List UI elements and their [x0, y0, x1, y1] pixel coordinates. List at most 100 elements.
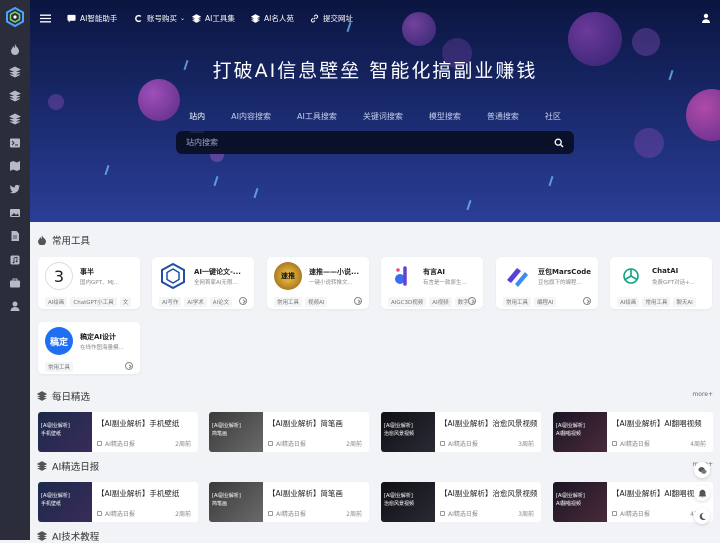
- twitter-icon[interactable]: [9, 183, 21, 195]
- search-tab-keyword[interactable]: 关键词搜索: [363, 111, 403, 127]
- tag[interactable]: 视频AI: [305, 297, 328, 307]
- arrow-right-icon[interactable]: [354, 297, 362, 305]
- tag[interactable]: 常用工具: [503, 297, 532, 307]
- notification-button[interactable]: [694, 485, 710, 501]
- tag[interactable]: 编程AI: [534, 297, 557, 307]
- post-card[interactable]: [AI副业解析] 简笔画 【AI副业解析】简笔画 AI精选日报 2周前: [209, 412, 369, 452]
- tag[interactable]: AI写作: [159, 297, 182, 307]
- arrow-right-icon[interactable]: [125, 362, 133, 370]
- layers-icon[interactable]: [9, 113, 21, 125]
- post-category[interactable]: AI精选日报: [612, 439, 650, 448]
- post-title[interactable]: 【AI副业解析】手机壁纸: [97, 418, 179, 429]
- tag[interactable]: 常用工具: [274, 297, 303, 307]
- arrow-right-icon[interactable]: [239, 297, 247, 305]
- search-tab-ai-tools[interactable]: AI工具搜索: [297, 111, 337, 127]
- tag[interactable]: 常用工具: [642, 297, 671, 307]
- post-category[interactable]: AI精选日报: [97, 509, 135, 518]
- document-icon[interactable]: [9, 230, 21, 242]
- map-icon[interactable]: [9, 160, 21, 172]
- tag[interactable]: AI绘画: [617, 297, 640, 307]
- post-card[interactable]: [AI副业解析] 简笔画 【AI副业解析】简笔画 AI精选日报 2周前: [209, 482, 369, 522]
- post-card[interactable]: [AI副业解析] 手机壁纸 【AI副业解析】手机壁纸 AI精选日报 2周前: [38, 482, 198, 522]
- daily-picks-heading: 每日精选: [37, 389, 90, 403]
- post-title[interactable]: 【AI副业解析】手机壁纸: [97, 488, 179, 499]
- tool-card[interactable]: ChatAI 免费GPT对话+... AI绘画 常用工具 聊天AI: [610, 257, 712, 309]
- wechat-button[interactable]: [694, 462, 710, 478]
- tag[interactable]: AI视频: [429, 297, 452, 307]
- tool-card[interactable]: AI一键论文-... 全网首家AI无限... AI写作 AI学术 AI论文: [152, 257, 254, 309]
- post-category[interactable]: AI精选日报: [612, 509, 650, 518]
- tool-desc: 国内GPT、MJ...: [80, 280, 120, 286]
- tag[interactable]: 常用工具: [45, 362, 74, 372]
- sidebar: [0, 0, 30, 540]
- post-card[interactable]: [AI副业解析]AI翻唱视频 【AI副业解析】AI翻唱视频 AI精选日报 4周前: [553, 482, 713, 522]
- tool-name: AI一键论文-...: [194, 268, 241, 276]
- arrow-right-icon[interactable]: [468, 297, 476, 305]
- tag[interactable]: AI论文: [209, 297, 233, 307]
- tag[interactable]: AI绘画: [45, 297, 68, 307]
- post-time: 2周前: [346, 511, 362, 518]
- search-tab-normal[interactable]: 普通搜索: [487, 111, 519, 127]
- nav-submit-url[interactable]: 提交网址: [310, 10, 353, 26]
- tool-card[interactable]: 有言AI 有言是一款原生... AIGC3D视频 AI视频 数字: [381, 257, 483, 309]
- site-logo[interactable]: [6, 6, 24, 28]
- menu-icon[interactable]: [40, 10, 55, 26]
- layers-icon[interactable]: [9, 90, 21, 102]
- search-tab-model[interactable]: 模型搜索: [429, 111, 461, 127]
- tag[interactable]: AIGC3D视频: [388, 297, 427, 307]
- tool-card[interactable]: 豆包MarsCode 豆包旗下的编程... 常用工具 编程AI: [496, 257, 598, 309]
- post-category[interactable]: AI精选日报: [268, 509, 306, 518]
- tag[interactable]: ChatGPT小工具: [70, 297, 117, 307]
- tool-card[interactable]: 稿定 稿定AI设计 在线作图海量模... 常用工具: [38, 322, 140, 374]
- theme-toggle-button[interactable]: [694, 508, 710, 524]
- post-category[interactable]: AI精选日报: [440, 439, 478, 448]
- fire-icon[interactable]: [9, 43, 21, 55]
- post-category[interactable]: AI精选日报: [97, 439, 135, 448]
- more-link[interactable]: more+: [692, 391, 713, 398]
- tag[interactable]: 聊天AI: [673, 297, 696, 307]
- post-title[interactable]: 【AI副业解析】治愈风景视频: [440, 418, 537, 429]
- tag[interactable]: 文: [119, 297, 132, 307]
- post-title[interactable]: 【AI副业解析】AI翻唱视频: [612, 488, 702, 499]
- tag[interactable]: AI学术: [184, 297, 207, 307]
- post-category[interactable]: AI精选日报: [268, 439, 306, 448]
- nav-account-purchase[interactable]: 账号购买 ⌄: [134, 10, 185, 26]
- tool-tags: 常用工具 视频AI: [274, 297, 330, 307]
- user-account-icon[interactable]: [701, 10, 715, 26]
- fire-icon: [38, 235, 46, 245]
- tool-name: ChatAI: [652, 267, 679, 275]
- briefcase-icon[interactable]: [9, 277, 21, 289]
- tool-logo: 3: [45, 262, 73, 290]
- search-tab-community[interactable]: 社区: [545, 111, 561, 127]
- post-title[interactable]: 【AI副业解析】AI翻唱视频: [612, 418, 702, 429]
- tool-card[interactable]: 速推 速推——小说... 一键小说转推文... 常用工具 视频AI: [267, 257, 369, 309]
- tool-card[interactable]: 3 事半 国内GPT、MJ... AI绘画 ChatGPT小工具 文: [38, 257, 140, 309]
- post-time: 3周前: [518, 511, 534, 518]
- post-card[interactable]: [AI副业解析]AI翻唱视频 【AI副业解析】AI翻唱视频 AI精选日报 4周前: [553, 412, 713, 452]
- search-icon[interactable]: [554, 138, 564, 148]
- user-icon[interactable]: [9, 300, 21, 312]
- search-box: [176, 131, 574, 154]
- layers-icon: [192, 13, 201, 23]
- image-icon[interactable]: [9, 207, 21, 219]
- post-title[interactable]: 【AI副业解析】简笔画: [268, 418, 343, 429]
- nav-ai-celebrities[interactable]: AI名人苑: [251, 10, 294, 26]
- layers-icon[interactable]: [9, 66, 21, 78]
- search-tab-site[interactable]: 站内: [189, 111, 205, 133]
- moon-icon: [699, 512, 706, 520]
- post-card[interactable]: [AI副业解析] 治愈风景视频 【AI副业解析】治愈风景视频 AI精选日报 3周前: [381, 412, 541, 452]
- nav-ai-assistant[interactable]: AI智能助手: [67, 10, 117, 26]
- arrow-right-icon[interactable]: [583, 297, 591, 305]
- post-time: 4周前: [690, 441, 706, 448]
- post-card[interactable]: [AI副业解析] 治愈风景视频 【AI副业解析】治愈风景视频 AI精选日报 3周前: [381, 482, 541, 522]
- search-tab-ai-content[interactable]: AI内容搜索: [231, 111, 271, 127]
- nav-ai-tools[interactable]: AI工具集: [192, 10, 235, 26]
- post-title[interactable]: 【AI副业解析】简笔画: [268, 488, 343, 499]
- post-thumbnail: [AI副业解析] 简笔画: [209, 412, 263, 452]
- terminal-icon[interactable]: [9, 137, 21, 149]
- post-category[interactable]: AI精选日报: [440, 509, 478, 518]
- post-card[interactable]: [AI副业解析] 手机壁纸 【AI副业解析】手机壁纸 AI精选日报 2周前: [38, 412, 198, 452]
- search-input[interactable]: [186, 138, 554, 147]
- post-title[interactable]: 【AI副业解析】治愈风景视频: [440, 488, 537, 499]
- music-icon[interactable]: [9, 254, 21, 266]
